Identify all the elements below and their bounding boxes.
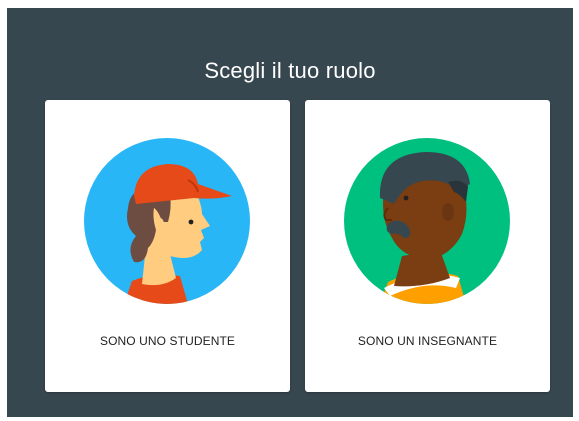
teacher-role-card[interactable]: SONO UN INSEGNANTE <box>305 100 550 392</box>
teacher-role-label: SONO UN INSEGNANTE <box>357 334 498 348</box>
student-role-label: SONO UNO STUDENTE <box>99 334 236 348</box>
student-role-card[interactable]: SONO UNO STUDENTE <box>45 100 290 392</box>
teacher-avatar-icon <box>344 138 510 304</box>
role-picker-panel: Scegli il tuo ruolo SONO UNO STUDENTE SO… <box>7 8 573 417</box>
page-title: Scegli il tuo ruolo <box>204 58 376 83</box>
student-avatar-icon <box>84 138 250 304</box>
